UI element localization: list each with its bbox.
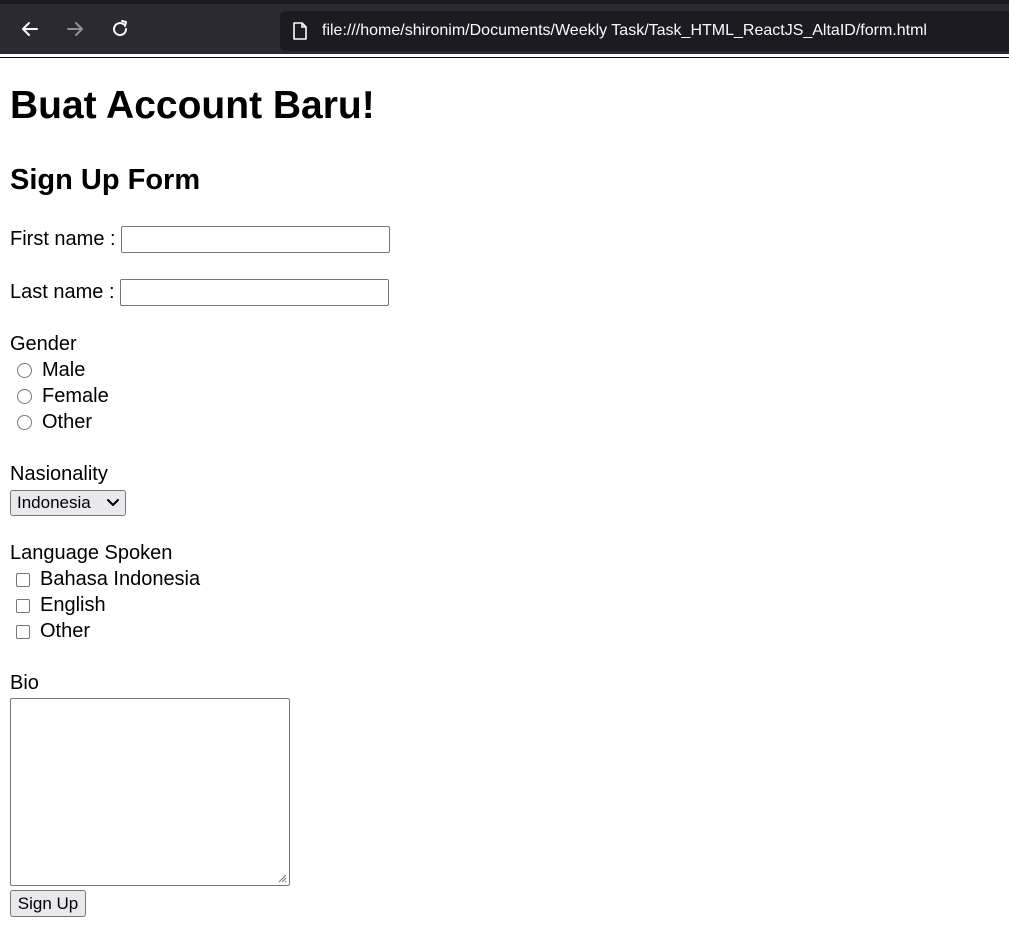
page-document-icon [290, 21, 310, 41]
url-text: file:///home/shironim/Documents/Weekly T… [322, 22, 927, 39]
forward-button[interactable] [60, 14, 90, 44]
forward-arrow-icon [67, 22, 83, 36]
bio-label-row: Bio [10, 672, 39, 695]
nationality-label: Nasionality [10, 463, 108, 485]
bio-textarea[interactable] [10, 698, 290, 886]
nationality-selected: Indonesia [17, 493, 91, 512]
nationality-select[interactable]: Indonesia [10, 490, 126, 516]
male-radio[interactable] [17, 363, 32, 378]
reload-button[interactable] [105, 14, 135, 44]
gender-option-male[interactable]: Male [10, 359, 85, 382]
gender-option-female[interactable]: Female [10, 385, 109, 408]
chevron-down-icon [107, 499, 119, 506]
first-name-label: First name : [10, 228, 116, 250]
last-name-row: Last name : [10, 279, 389, 306]
first-name-row: First name : [10, 226, 390, 253]
other-language-label: Other [40, 620, 91, 642]
other-gender-label: Other [42, 411, 93, 433]
male-label: Male [42, 359, 86, 381]
first-name-input[interactable] [120, 226, 390, 253]
gender-option-other[interactable]: Other [10, 411, 92, 434]
gender-label-row: Gender [10, 333, 77, 356]
last-name-label: Last name : [10, 281, 115, 303]
reload-icon [113, 20, 128, 37]
bahasa-checkbox[interactable] [16, 572, 30, 587]
form-title: Sign Up Form [10, 164, 201, 196]
bio-label: Bio [10, 672, 39, 694]
language-option-bahasa[interactable]: Bahasa Indonesia [10, 568, 200, 591]
languages-label: Language Spoken [10, 542, 173, 564]
back-arrow-icon [22, 22, 38, 36]
other-gender-radio[interactable] [17, 415, 32, 430]
english-label: English [40, 594, 106, 616]
languages-label-row: Language Spoken [10, 542, 172, 565]
toolbar-divider [0, 57, 1009, 58]
language-option-other[interactable]: Other [10, 620, 90, 643]
language-option-english[interactable]: English [10, 594, 106, 617]
english-checkbox[interactable] [16, 598, 30, 613]
nationality-row: Indonesia [10, 490, 126, 516]
bahasa-label: Bahasa Indonesia [40, 568, 201, 590]
female-label: Female [42, 385, 109, 407]
last-name-input[interactable] [119, 279, 389, 306]
back-button[interactable] [15, 14, 45, 44]
address-bar[interactable]: file:///home/shironim/Documents/Weekly T… [280, 11, 1009, 51]
other-language-checkbox[interactable] [16, 624, 30, 639]
gender-label: Gender [10, 333, 77, 355]
browser-toolbar: file:///home/shironim/Documents/Weekly T… [0, 0, 1009, 58]
sign-up-button[interactable]: Sign Up [10, 890, 86, 917]
page-title: Buat Account Baru! [10, 84, 375, 127]
nationality-label-row: Nasionality [10, 463, 108, 486]
female-radio[interactable] [17, 389, 32, 404]
resize-grip-icon[interactable] [277, 873, 287, 883]
